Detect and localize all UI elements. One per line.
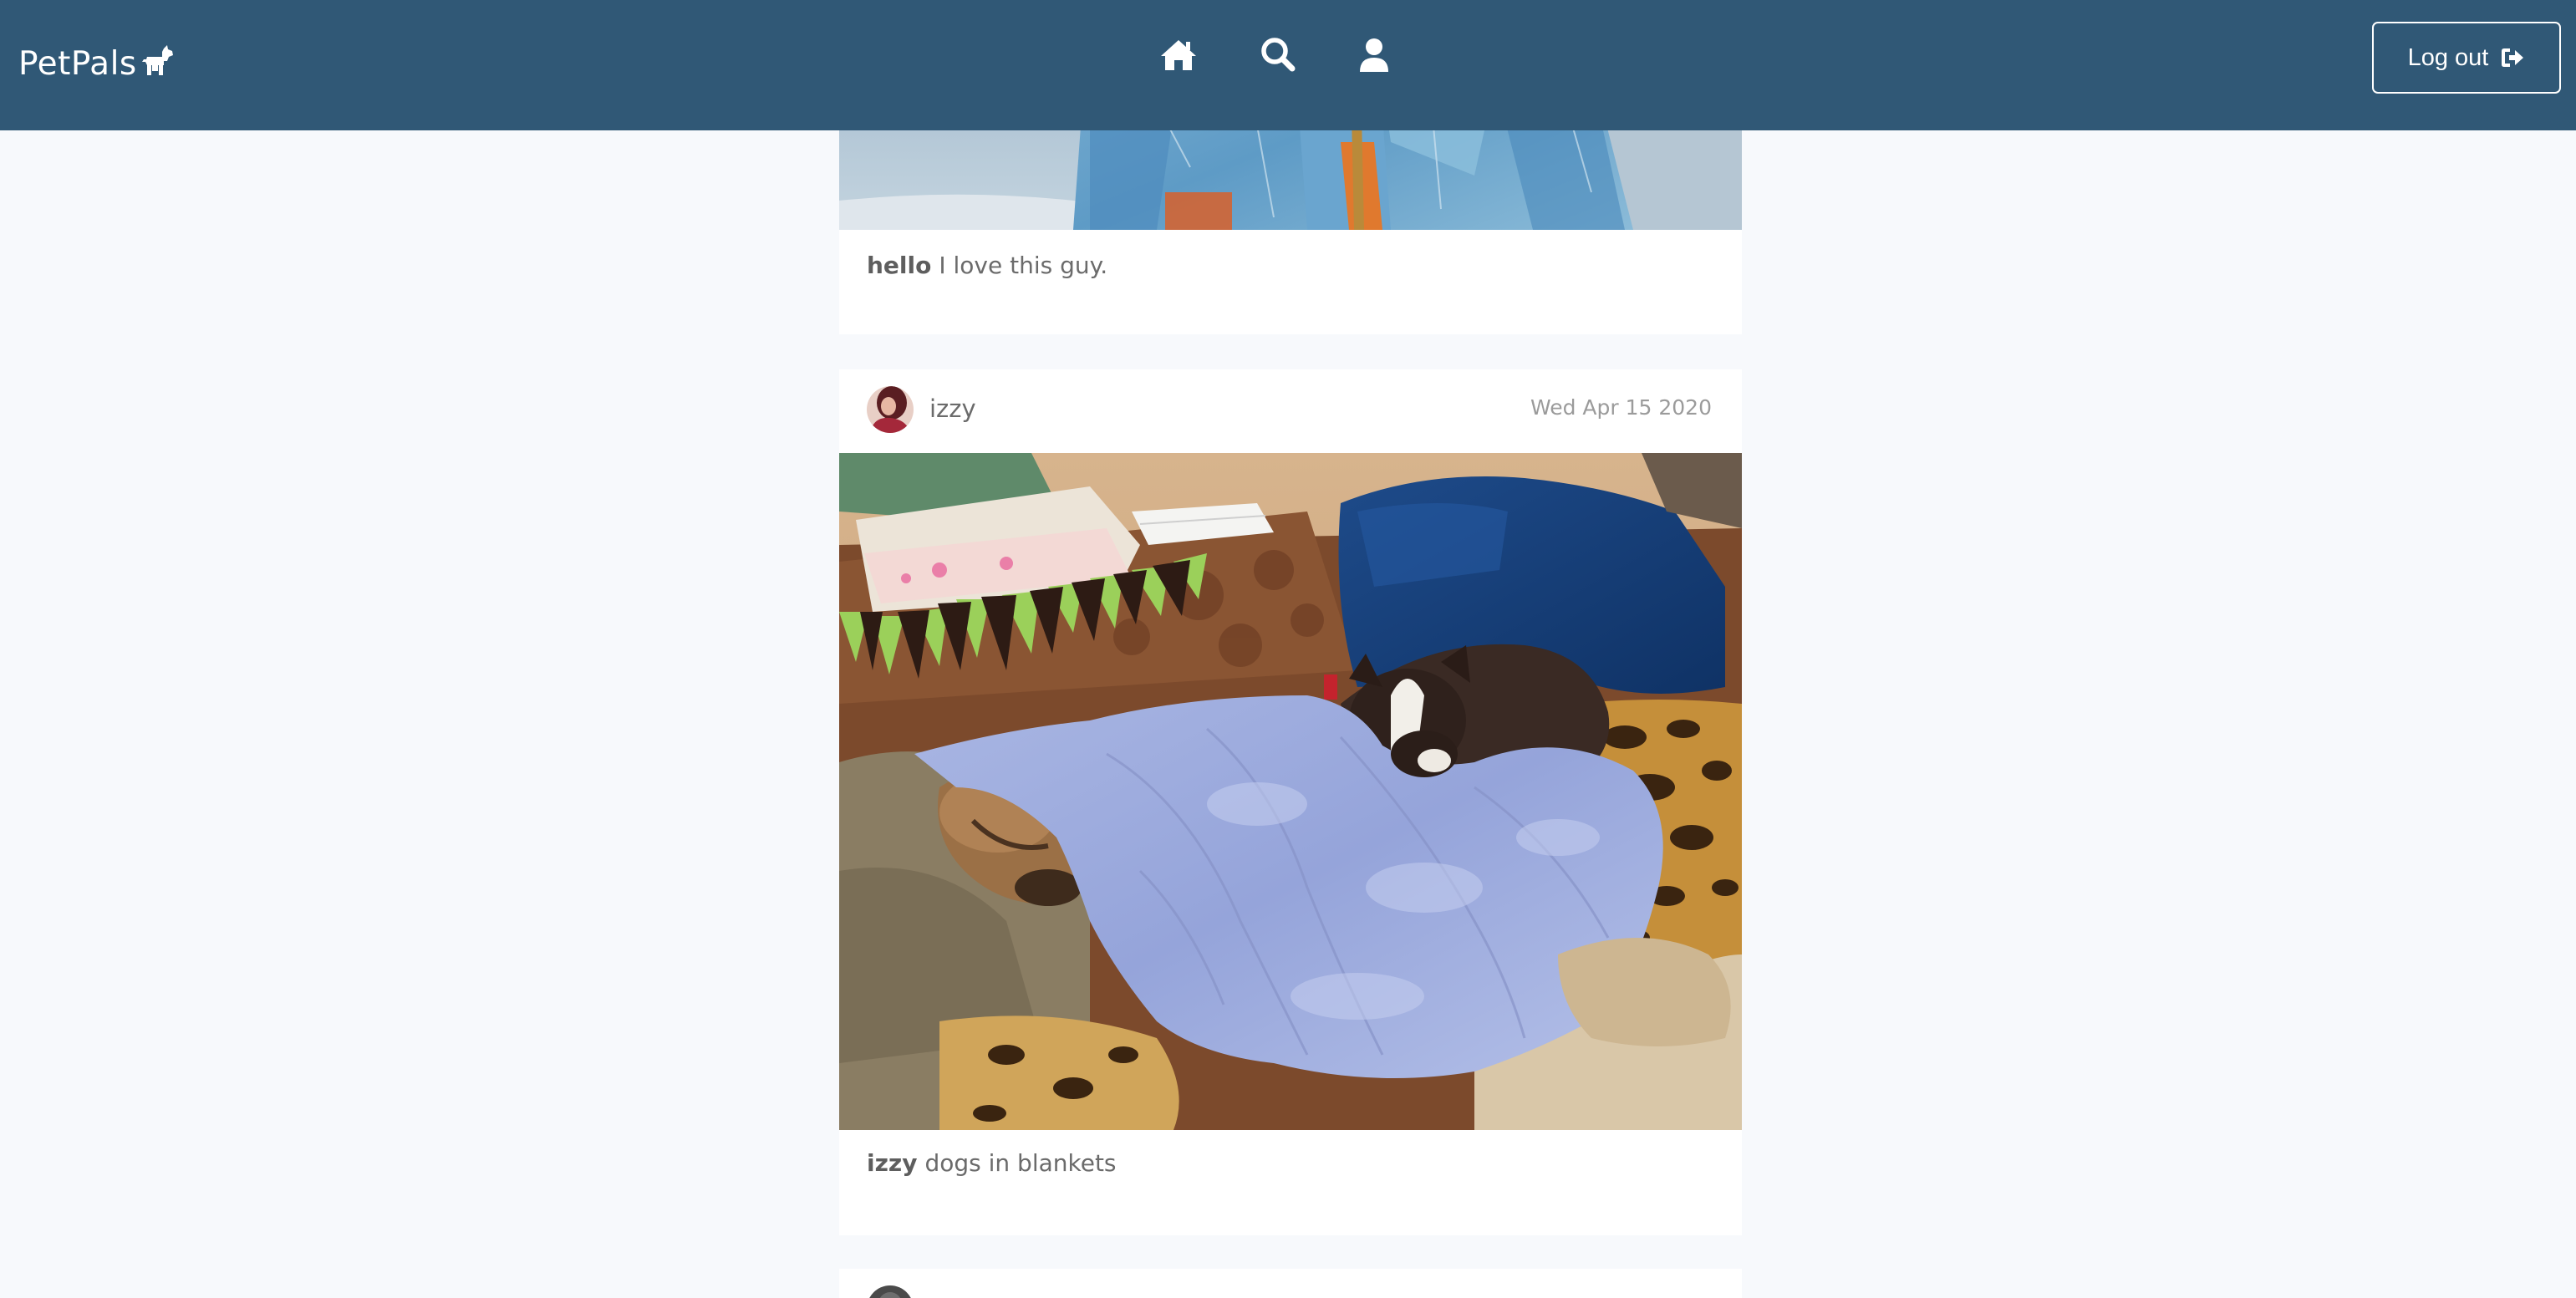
post-card [839,1269,1742,1298]
search-icon[interactable] [1258,35,1298,75]
caption-username[interactable]: izzy [867,1149,917,1177]
brand-name: PetPals [18,44,137,83]
sign-out-icon [2502,48,2524,67]
home-icon[interactable] [1158,35,1199,75]
post-username[interactable]: izzy [929,394,976,423]
post-caption: izzy dogs in blankets [867,1149,1117,1177]
post-caption: hello I love this guy. [867,252,1107,279]
avatar[interactable] [867,386,914,433]
dog-icon [141,45,173,75]
logout-button[interactable]: Log out [2372,22,2561,94]
avatar[interactable] [867,1285,914,1298]
logout-label: Log out [2407,43,2489,71]
caption-text: I love this guy. [939,252,1108,279]
post-date: Wed Apr 15 2020 [1530,395,1712,420]
post-photo-dogs-in-blankets[interactable] [839,453,1742,1130]
caption-text: dogs in blankets [924,1149,1117,1177]
post-card: izzy Wed Apr 15 2020 izzy dogs in blanke… [839,369,1742,1235]
post-header: izzy Wed Apr 15 2020 [839,369,1742,453]
user-icon[interactable] [1354,35,1394,75]
brand-logo[interactable]: PetPals [18,38,176,89]
navbar: PetPals Log out [0,0,2576,130]
caption-username[interactable]: hello [867,252,931,279]
